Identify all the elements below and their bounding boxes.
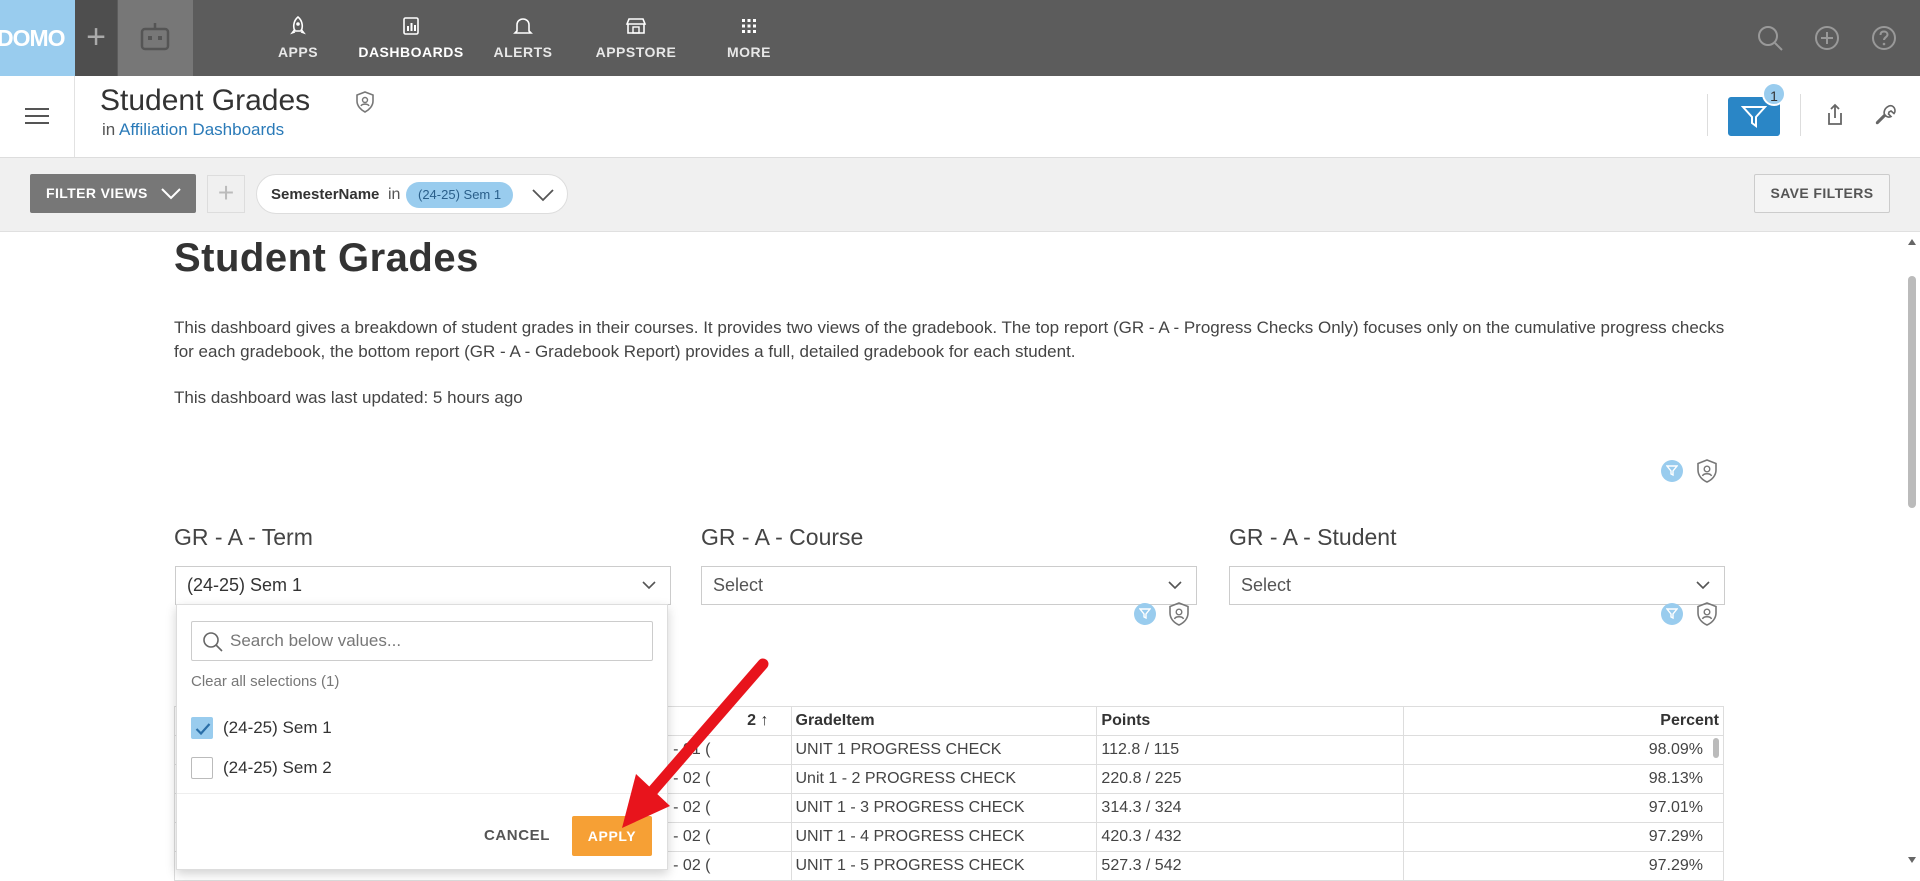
chevron-down-icon (642, 581, 656, 590)
filter-bar: FILTER VIEWS + SemesterName in (24-25) S… (0, 158, 1920, 232)
table-header-percent[interactable]: Percent (1403, 706, 1724, 736)
card-shield-icon[interactable] (1694, 458, 1720, 484)
table-header-points[interactable]: Points (1096, 706, 1405, 736)
filter-pill-semester[interactable]: SemesterName in (24-25) Sem 1 (256, 174, 568, 214)
add-filter-button[interactable]: + (207, 175, 245, 213)
rocket-icon (290, 16, 306, 35)
checkbox-checked[interactable] (191, 717, 213, 739)
apply-button[interactable]: APPLY (572, 816, 652, 856)
search-icon (203, 632, 223, 652)
chevron-down-icon (1696, 581, 1710, 590)
term-label: GR - A - Term (174, 524, 313, 550)
scroll-down-arrow-icon[interactable] (1907, 856, 1917, 864)
course-label: GR - A - Course (701, 524, 864, 550)
term-select[interactable]: (24-25) Sem 1 (175, 566, 671, 605)
dashboard-description: This dashboard gives a breakdown of stud… (174, 318, 1725, 361)
domo-logo[interactable]: DOMO (0, 0, 75, 76)
term-dropdown-panel: Search below values... Clear all selecti… (176, 604, 668, 870)
nav-more[interactable]: MORE (724, 0, 774, 76)
filter-pill-key: SemesterName (271, 186, 380, 203)
help-icon[interactable] (1870, 24, 1898, 52)
last-updated-text: This dashboard was last updated: 5 hours… (174, 388, 523, 407)
dropdown-search-input[interactable]: Search below values... (191, 621, 653, 661)
page-subtitle: in Affiliation Dashboards (102, 120, 285, 139)
add-circle-icon[interactable] (1813, 24, 1841, 52)
card-shield-icon[interactable] (1166, 601, 1192, 627)
page-title: Student Grades (100, 84, 311, 117)
clear-selections-link[interactable]: Clear all selections (1) (191, 673, 339, 690)
dashboard-heading: Student Grades (174, 236, 479, 280)
nav-alerts[interactable]: ALERTS (492, 0, 554, 76)
page-scroll-thumb[interactable] (1908, 276, 1916, 508)
share-icon[interactable] (1824, 103, 1846, 127)
top-nav: DOMO + APPS DASHBOARDS ALERTS APPSTORE M… (0, 0, 1920, 76)
table-header-gradeitem[interactable]: GradeItem (790, 706, 1098, 736)
wrench-icon[interactable] (1874, 103, 1898, 127)
menu-button[interactable] (0, 76, 75, 157)
page-scrollbar[interactable] (1904, 232, 1920, 870)
nav-apps[interactable]: APPS (270, 0, 326, 76)
page-header: Student Grades in Affiliation Dashboards… (0, 76, 1920, 158)
student-label: GR - A - Student (1229, 524, 1397, 550)
bell-icon (513, 18, 533, 34)
checkbox-unchecked[interactable] (191, 757, 213, 779)
dashboard-icon (403, 17, 419, 35)
save-filters-button[interactable]: SAVE FILTERS (1754, 174, 1890, 213)
card-shield-icon[interactable] (1694, 601, 1720, 627)
filter-pill-value[interactable]: (24-25) Sem 1 (406, 182, 514, 208)
chevron-down-icon (1168, 581, 1182, 590)
nav-appstore[interactable]: APPSTORE (594, 0, 678, 76)
store-icon (625, 18, 647, 34)
filter-count-badge: 1 (1762, 82, 1786, 106)
card-filter-icon[interactable] (1134, 603, 1156, 625)
funnel-icon (1741, 106, 1767, 128)
card-filter-icon[interactable] (1661, 460, 1683, 482)
course-select[interactable]: Select (701, 566, 1197, 605)
cancel-button[interactable]: CANCEL (477, 816, 557, 856)
check-icon (195, 723, 211, 736)
filter-views-button[interactable]: FILTER VIEWS (30, 174, 196, 213)
student-select[interactable]: Select (1229, 566, 1725, 605)
certified-shield-icon[interactable] (354, 90, 376, 114)
search-icon[interactable] (1756, 24, 1784, 52)
grid-icon (742, 19, 756, 33)
filter-pill-operator: in (388, 186, 401, 203)
nav-dashboards[interactable]: DASHBOARDS (356, 0, 466, 76)
chevron-down-icon (161, 188, 181, 200)
add-tab-button[interactable]: + (75, 0, 117, 76)
card-filter-icon[interactable] (1661, 603, 1683, 625)
sort-asc-icon: ↑ (760, 712, 769, 729)
robot-icon (140, 23, 170, 51)
scroll-up-arrow-icon[interactable] (1907, 238, 1917, 246)
parent-dashboard-link[interactable]: Affiliation Dashboards (119, 120, 284, 139)
table-scrollbar[interactable] (1713, 738, 1719, 758)
chevron-down-icon[interactable] (531, 187, 555, 203)
assistant-tab[interactable] (118, 0, 193, 76)
